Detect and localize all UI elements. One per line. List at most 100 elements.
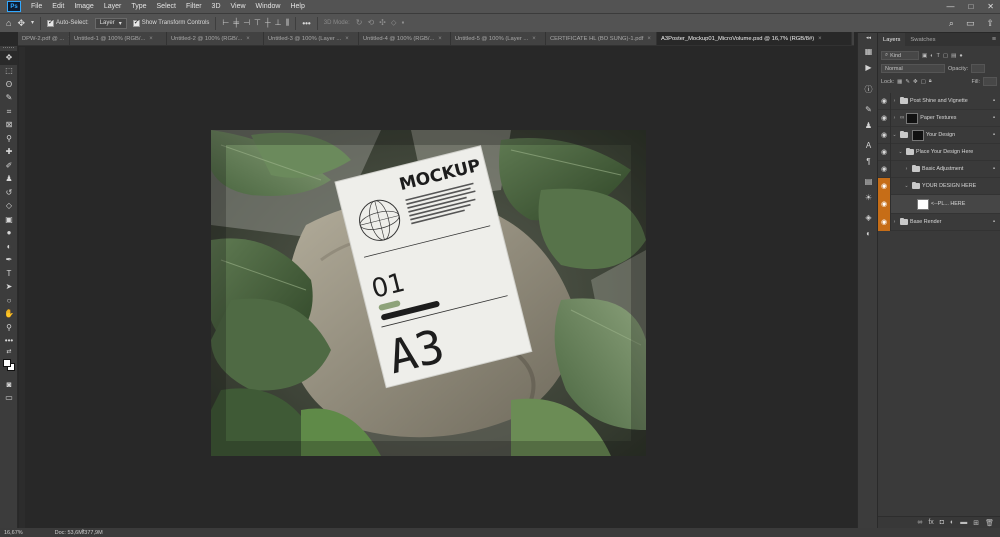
healing-brush-icon[interactable]: ✚ bbox=[0, 146, 18, 160]
scale-icon[interactable]: ▪ bbox=[401, 18, 404, 28]
collapse-icon[interactable]: ◂◂ bbox=[858, 33, 879, 43]
eye-icon[interactable]: ◉ bbox=[878, 194, 891, 214]
filter-shape-icon[interactable]: ▢ bbox=[943, 53, 948, 59]
roll-icon[interactable]: ⟲ bbox=[367, 18, 374, 28]
blur-tool-icon[interactable]: ● bbox=[0, 227, 18, 241]
menu-type[interactable]: Type bbox=[126, 3, 151, 10]
eye-icon[interactable]: ◉ bbox=[878, 92, 891, 110]
distribute-icon[interactable]: ⫼ bbox=[286, 18, 290, 28]
default-colors-icon[interactable]: ⇄ bbox=[0, 348, 18, 356]
menu-filter[interactable]: Filter bbox=[181, 3, 207, 10]
more-tools-icon[interactable]: ••• bbox=[0, 335, 18, 349]
tab-document[interactable]: DPW-2.pdf @ ...× bbox=[18, 32, 70, 45]
menu-3d[interactable]: 3D bbox=[207, 3, 226, 10]
layer-row[interactable]: ◉ <--PL... HERE bbox=[878, 194, 1000, 214]
dodge-tool-icon[interactable]: ◐ bbox=[0, 240, 18, 254]
tab-document[interactable]: Untitled-2 @ 100% (RGB/... × bbox=[167, 32, 264, 45]
tab-layers[interactable]: Layers bbox=[878, 33, 906, 46]
eraser-tool-icon[interactable]: ◇ bbox=[0, 200, 18, 214]
link-layers-icon[interactable]: ∞ bbox=[917, 519, 922, 526]
history-icon[interactable]: ▦ bbox=[858, 43, 879, 59]
quick-select-tool-icon[interactable]: ✎ bbox=[0, 92, 18, 106]
fx-icon[interactable]: fx bbox=[928, 519, 933, 526]
tab-active-document[interactable]: A3Poster_Mockup01_MicroVolume.psd @ 16,7… bbox=[657, 32, 852, 45]
blend-mode-dropdown[interactable]: Normal bbox=[881, 64, 945, 73]
info-icon[interactable]: ⓘ bbox=[858, 81, 879, 97]
fill-field[interactable] bbox=[983, 77, 997, 86]
chevron-down-icon[interactable]: ⌄ bbox=[897, 149, 904, 155]
tab-document[interactable]: Untitled-1 @ 100% (RGB/... × bbox=[70, 32, 167, 45]
layer-row[interactable]: ◉ ⌄ Place Your Design Here bbox=[878, 143, 1000, 161]
adjustment-layer-icon[interactable]: ◐ bbox=[950, 519, 954, 526]
search-icon[interactable]: ⌕ bbox=[949, 18, 954, 29]
close-tab-icon[interactable]: × bbox=[345, 36, 349, 42]
menu-layer[interactable]: Layer bbox=[99, 3, 127, 10]
tab-document[interactable]: Untitled-3 @ 100% (Layer ... × bbox=[264, 32, 359, 45]
frame-tool-icon[interactable]: ⊠ bbox=[0, 119, 18, 133]
chevron-down-icon[interactable]: ⌄ bbox=[891, 132, 898, 138]
workspace-icon[interactable]: ▭ bbox=[966, 18, 975, 29]
quick-mask-icon[interactable]: ◙ bbox=[0, 378, 18, 392]
lock-move-icon[interactable]: ✥ bbox=[913, 79, 918, 85]
lock-artboard-icon[interactable]: ▢ bbox=[921, 79, 926, 85]
channels-icon[interactable]: ◐ bbox=[858, 225, 879, 241]
chevron-down-icon[interactable]: ▾ bbox=[31, 20, 34, 26]
add-mask-icon[interactable]: ◘ bbox=[940, 519, 944, 526]
move-tool-icon[interactable]: ✥ bbox=[0, 51, 18, 65]
tab-document[interactable]: Untitled-5 @ 100% (Layer ... × bbox=[451, 32, 546, 45]
opacity-field[interactable] bbox=[971, 64, 986, 73]
menu-window[interactable]: Window bbox=[251, 3, 286, 10]
layer-row[interactable]: ◉ › Basic Adjustment ▪ bbox=[878, 160, 1000, 178]
align-center-icon[interactable]: ╪ bbox=[233, 18, 239, 28]
more-options-button[interactable]: ••• bbox=[302, 19, 310, 28]
eye-icon[interactable]: ◉ bbox=[878, 126, 891, 144]
menu-edit[interactable]: Edit bbox=[47, 3, 69, 10]
close-tab-icon[interactable]: × bbox=[246, 36, 250, 42]
home-icon[interactable]: ⌂ bbox=[6, 18, 11, 28]
lasso-tool-icon[interactable]: ʘ bbox=[0, 78, 18, 92]
layer-row[interactable]: ◉ › Base Render ▪ bbox=[878, 213, 1000, 231]
screen-mode-icon[interactable]: ▭ bbox=[0, 392, 18, 406]
zoom-level[interactable]: 16,67% bbox=[4, 530, 23, 536]
eyedropper-tool-icon[interactable]: ⚲ bbox=[0, 132, 18, 146]
slide-icon[interactable]: ⬦ bbox=[391, 18, 397, 28]
filter-type-icon[interactable]: T bbox=[937, 53, 940, 59]
align-top-icon[interactable]: ⊤ bbox=[254, 18, 261, 28]
align-left-icon[interactable]: ⊢ bbox=[222, 18, 229, 28]
trash-icon[interactable]: 🗑︎ bbox=[985, 519, 994, 527]
layer-row[interactable]: ◉ › ∞ Paper Textures ▪ bbox=[878, 109, 1000, 127]
close-tab-icon[interactable]: × bbox=[438, 36, 442, 42]
filter-toggle-icon[interactable]: ● bbox=[959, 53, 962, 59]
close-tab-icon[interactable]: × bbox=[532, 36, 536, 42]
eye-icon[interactable]: ◉ bbox=[878, 213, 891, 231]
eye-icon[interactable]: ◉ bbox=[878, 143, 891, 161]
character-icon[interactable]: A bbox=[858, 137, 879, 153]
close-tab-icon[interactable]: × bbox=[818, 36, 822, 42]
shape-tool-icon[interactable]: ○ bbox=[0, 294, 18, 308]
chevron-down-icon[interactable]: ⌄ bbox=[903, 183, 910, 189]
orbit-icon[interactable]: ↻ bbox=[356, 18, 363, 28]
lock-paint-icon[interactable]: ✎ bbox=[905, 79, 910, 85]
filter-adjust-icon[interactable]: ◐ bbox=[930, 53, 933, 59]
chevron-right-icon[interactable]: › bbox=[891, 98, 898, 104]
type-tool-icon[interactable]: T bbox=[0, 267, 18, 281]
align-bottom-icon[interactable]: ⊥ bbox=[275, 18, 282, 28]
close-tab-icon[interactable]: × bbox=[149, 36, 153, 42]
align-right-icon[interactable]: ⊣ bbox=[243, 18, 250, 28]
layer-row[interactable]: ◉ › Post Shine and Vignette ▪ bbox=[878, 92, 1000, 110]
chevron-right-icon[interactable]: › bbox=[891, 115, 898, 121]
layers-icon[interactable]: ◈ bbox=[858, 209, 879, 225]
brush-tool-icon[interactable]: ✐ bbox=[0, 159, 18, 173]
eye-icon[interactable]: ◉ bbox=[878, 109, 891, 127]
marquee-tool-icon[interactable]: ⬚ bbox=[0, 65, 18, 79]
gradient-tool-icon[interactable]: ▣ bbox=[0, 213, 18, 227]
menu-image[interactable]: Image bbox=[69, 3, 98, 10]
new-layer-icon[interactable]: ⊞ bbox=[973, 519, 979, 527]
filter-kind-dropdown[interactable]: ⌕ Kind bbox=[881, 51, 919, 60]
foreground-color[interactable] bbox=[3, 359, 11, 367]
crop-tool-icon[interactable]: ⌗ bbox=[0, 105, 18, 119]
history-brush-icon[interactable]: ↺ bbox=[0, 186, 18, 200]
share-icon[interactable]: ⇪ bbox=[986, 18, 994, 29]
menu-help[interactable]: Help bbox=[285, 3, 309, 10]
eye-icon[interactable]: ◉ bbox=[878, 177, 891, 195]
